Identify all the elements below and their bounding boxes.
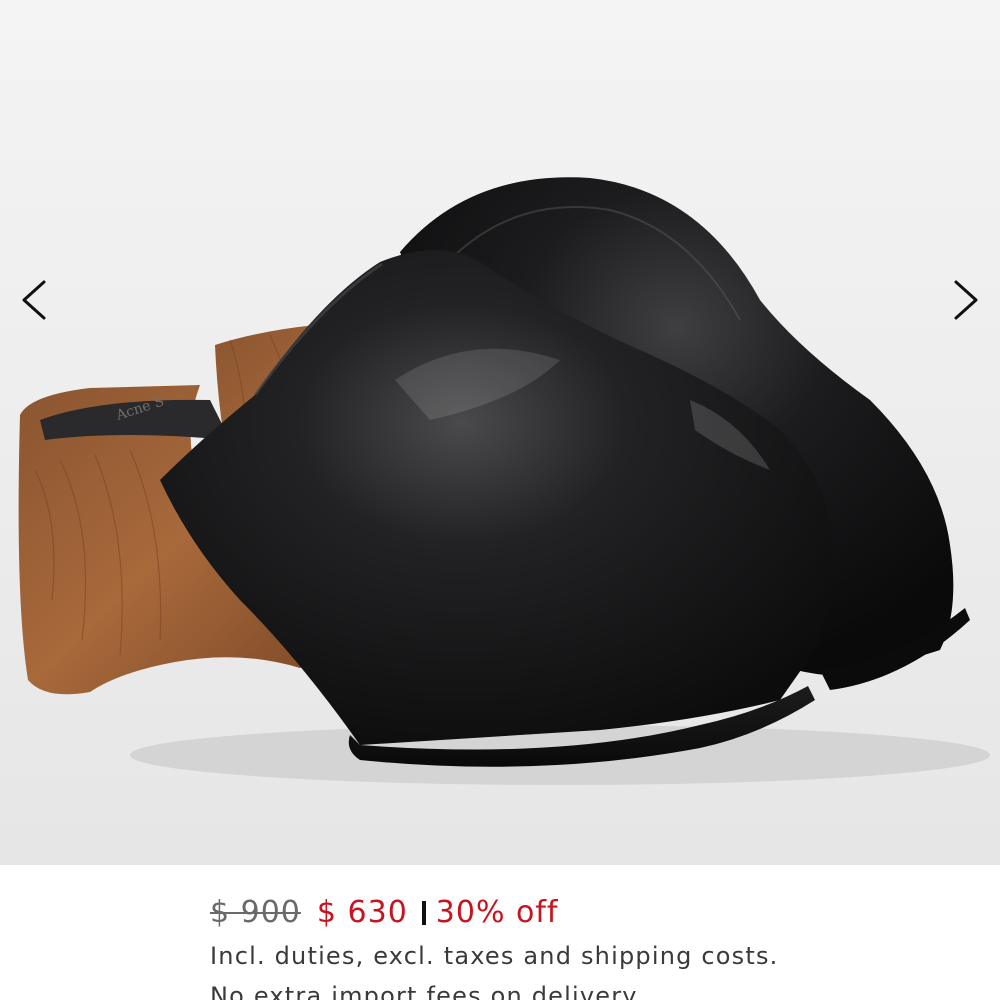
duties-note: Incl. duties, excl. taxes and shipping c… [210,942,779,970]
chevron-right-icon[interactable] [934,270,994,330]
product-image: Acne S [0,0,1000,865]
discount-label: 30% off [435,895,559,930]
product-page: Acne S $ 900 $ 630 30% off Incl. duties,… [0,0,1000,1000]
chevron-left-icon[interactable] [6,270,66,330]
product-gallery: Acne S [0,0,1000,865]
sale-price: $ 630 [316,895,408,930]
price-row: $ 900 $ 630 30% off [210,895,558,930]
price-separator [421,900,426,925]
price-info: $ 900 $ 630 30% off Incl. duties, excl. … [0,865,1000,1000]
original-price: $ 900 [210,895,301,930]
import-fees-note: No extra import fees on delivery [210,982,638,1000]
